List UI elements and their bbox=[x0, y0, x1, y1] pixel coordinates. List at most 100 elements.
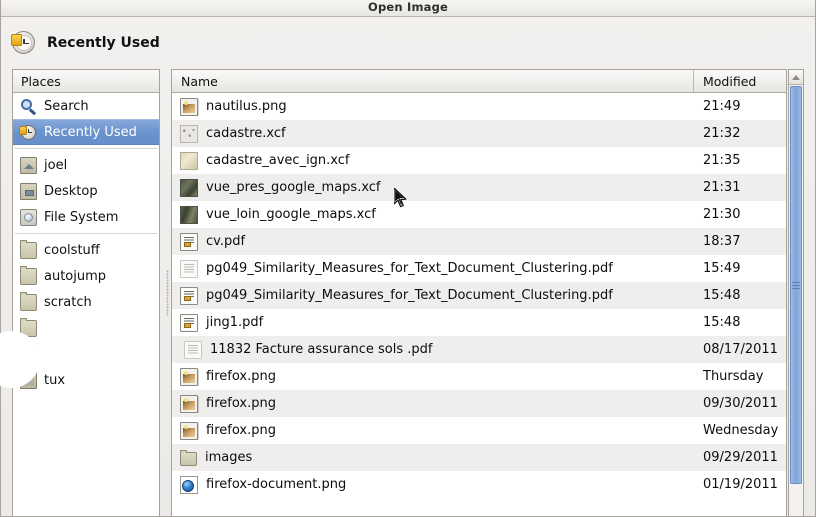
places-list: Search Recently Used joel Desktop File S… bbox=[13, 93, 159, 516]
file-name-cell: cadastre_avec_ign.xcf bbox=[172, 151, 694, 170]
image-file-icon bbox=[180, 97, 198, 116]
thumbnail-dark2-icon bbox=[180, 205, 198, 224]
file-name-text: pg049_Similarity_Measures_for_Text_Docum… bbox=[206, 261, 613, 276]
table-row[interactable]: vue_pres_google_maps.xcf 21:31 bbox=[172, 174, 786, 201]
splitter-grip bbox=[166, 269, 169, 316]
open-image-dialog: Open Image Recently Used Places Search R… bbox=[0, 0, 816, 517]
file-name-text: pg049_Similarity_Measures_for_Text_Docum… bbox=[206, 288, 613, 303]
thumbnail-dark1-icon bbox=[180, 178, 198, 197]
dialog-body: Places Search Recently Used joel Desktop… bbox=[0, 69, 815, 516]
file-name-text: firefox-document.png bbox=[206, 477, 347, 492]
table-row[interactable]: cadastre_avec_ign.xcf 21:35 bbox=[172, 147, 786, 174]
scroll-up-arrow-icon bbox=[792, 74, 800, 80]
file-modified-cell: 01/19/2011 bbox=[703, 477, 778, 492]
folder-icon bbox=[20, 265, 37, 285]
file-name-cell: firefox.png bbox=[172, 394, 694, 413]
vertical-scrollbar[interactable] bbox=[788, 69, 804, 516]
pane-splitter[interactable] bbox=[164, 69, 171, 516]
sidebar-item-desktop[interactable]: Desktop bbox=[13, 178, 159, 204]
file-name-cell: firefox.png bbox=[172, 367, 694, 386]
table-row[interactable]: firefox-document.png 01/19/2011 bbox=[172, 471, 786, 498]
file-browser: Name Modified nautilus.png 21:49 cadastr… bbox=[164, 69, 804, 516]
file-name-text: jing1.pdf bbox=[206, 315, 264, 330]
scroll-up-button[interactable] bbox=[789, 70, 803, 85]
location-header: Recently Used bbox=[1, 17, 815, 69]
pdf-document-faint-icon bbox=[184, 340, 202, 359]
file-name-text: cv.pdf bbox=[206, 234, 246, 249]
file-modified-cell: 08/17/2011 bbox=[703, 342, 778, 357]
table-row[interactable]: jing1.pdf 15:48 bbox=[172, 309, 786, 336]
sidebar-item-partial-obscured[interactable] bbox=[13, 315, 159, 341]
pdf-document-icon bbox=[180, 286, 198, 305]
sidebar-item-coolstuff[interactable]: coolstuff bbox=[13, 237, 159, 263]
file-modified-cell: 21:35 bbox=[703, 153, 741, 168]
table-row[interactable]: vue_loin_google_maps.xcf 21:30 bbox=[172, 201, 786, 228]
table-row[interactable]: pg049_Similarity_Measures_for_Text_Docum… bbox=[172, 282, 786, 309]
table-row[interactable]: firefox.png Wednesday bbox=[172, 417, 786, 444]
window-titlebar: Open Image bbox=[1, 0, 815, 17]
file-name-cell: firefox.png bbox=[172, 421, 694, 440]
table-row[interactable]: images 09/29/2011 bbox=[172, 444, 786, 471]
image-file-icon bbox=[180, 367, 198, 386]
folder-icon bbox=[20, 239, 37, 259]
scrollbar-track[interactable] bbox=[789, 85, 803, 516]
table-row[interactable]: firefox.png 09/30/2011 bbox=[172, 390, 786, 417]
file-name-cell: jing1.pdf bbox=[172, 313, 694, 332]
file-name-cell: pg049_Similarity_Measures_for_Text_Docum… bbox=[172, 259, 694, 278]
file-name-cell: vue_loin_google_maps.xcf bbox=[172, 205, 694, 224]
thumbnail-tan-icon bbox=[180, 151, 198, 170]
desktop-folder-icon bbox=[20, 182, 37, 200]
table-row[interactable]: nautilus.png 21:49 bbox=[172, 93, 786, 120]
column-header-name[interactable]: Name bbox=[172, 70, 694, 92]
pdf-document-icon bbox=[180, 232, 198, 251]
table-row[interactable]: 11832 Facture assurance sols .pdf 08/17/… bbox=[172, 336, 786, 363]
file-name-text: firefox.png bbox=[206, 369, 276, 384]
sidebar-item-scratch[interactable]: scratch bbox=[13, 289, 159, 315]
file-name-text: cadastre_avec_ign.xcf bbox=[206, 153, 350, 168]
drive-icon bbox=[20, 208, 37, 226]
file-modified-cell: Thursday bbox=[703, 369, 764, 384]
file-modified-cell: 09/29/2011 bbox=[703, 450, 778, 465]
file-name-text: images bbox=[205, 450, 253, 465]
places-pane: Places Search Recently Used joel Desktop… bbox=[12, 69, 160, 516]
sidebar-item-label: Recently Used bbox=[44, 124, 137, 140]
table-row[interactable]: pg049_Similarity_Measures_for_Text_Docum… bbox=[172, 255, 786, 282]
sidebar-item-joel[interactable]: joel bbox=[13, 152, 159, 178]
folder-icon bbox=[20, 291, 37, 311]
sidebar-divider bbox=[15, 148, 157, 149]
sidebar-item-recently-used[interactable]: Recently Used bbox=[13, 119, 159, 145]
file-list-header: Name Modified bbox=[172, 70, 786, 93]
firefox-document-icon bbox=[180, 475, 198, 494]
sidebar-item-label: Desktop bbox=[44, 183, 98, 199]
table-row[interactable]: cadastre.xcf 21:32 bbox=[172, 120, 786, 147]
file-modified-cell: 15:49 bbox=[703, 261, 741, 276]
image-file-icon bbox=[180, 421, 198, 440]
sidebar-divider bbox=[15, 233, 157, 234]
sidebar-item-file-system[interactable]: File System bbox=[13, 204, 159, 230]
clock-icon bbox=[11, 30, 37, 56]
file-name-cell: cv.pdf bbox=[172, 232, 694, 251]
sidebar-item-autojump[interactable]: autojump bbox=[13, 263, 159, 289]
file-modified-cell: Wednesday bbox=[703, 423, 779, 438]
scrollbar-thumb[interactable] bbox=[790, 86, 802, 484]
column-header-modified[interactable]: Modified bbox=[694, 70, 786, 92]
home-folder-icon bbox=[20, 156, 37, 174]
table-row[interactable]: cv.pdf 18:37 bbox=[172, 228, 786, 255]
file-modified-cell: 18:37 bbox=[703, 234, 741, 249]
file-name-text: cadastre.xcf bbox=[206, 126, 286, 141]
sidebar-item-label: Search bbox=[44, 98, 89, 114]
sidebar-item-label: autojump bbox=[44, 268, 107, 284]
sidebar-item-label: scratch bbox=[44, 294, 92, 310]
file-name-cell: 11832 Facture assurance sols .pdf bbox=[172, 340, 694, 359]
image-file-icon bbox=[180, 394, 198, 413]
file-rows: nautilus.png 21:49 cadastre.xcf 21:32 ca… bbox=[172, 93, 786, 516]
folder-icon bbox=[180, 450, 197, 466]
table-row[interactable]: firefox.png Thursday bbox=[172, 363, 786, 390]
file-modified-cell: 15:48 bbox=[703, 288, 741, 303]
file-name-text: firefox.png bbox=[206, 423, 276, 438]
file-name-cell: vue_pres_google_maps.xcf bbox=[172, 178, 694, 197]
thumbnail-gray-icon bbox=[180, 124, 198, 143]
clock-icon bbox=[19, 124, 37, 141]
sidebar-item-label: joel bbox=[44, 157, 68, 173]
sidebar-item-search[interactable]: Search bbox=[13, 93, 159, 119]
